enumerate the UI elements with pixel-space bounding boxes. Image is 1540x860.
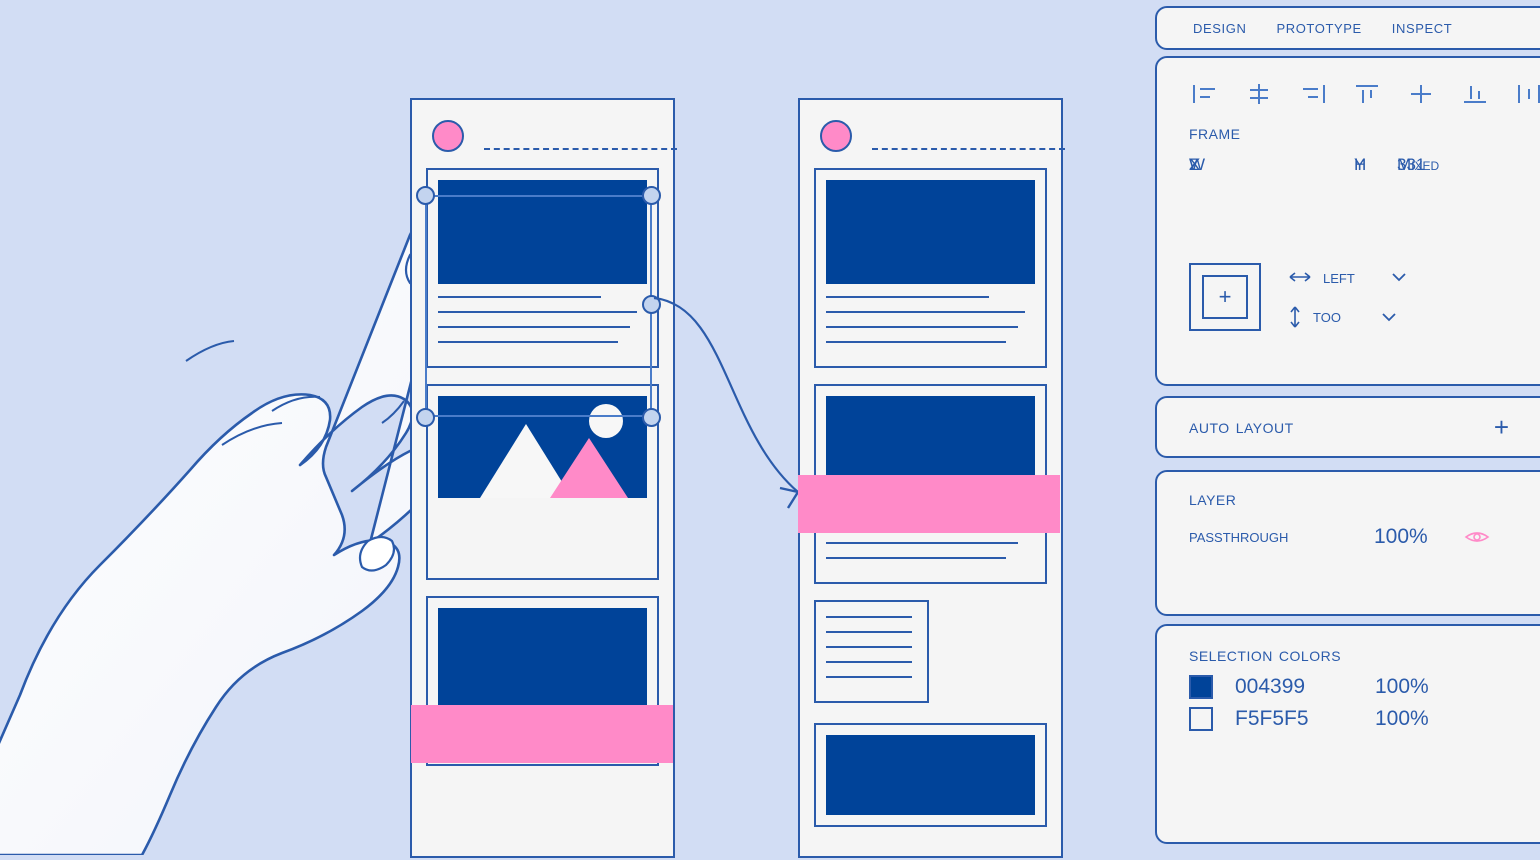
constraints-section: + Left Too (1189, 263, 1540, 331)
color-swatch[interactable] (1189, 675, 1213, 699)
auto-layout-title: Auto layout (1189, 415, 1294, 438)
image-placeholder (826, 180, 1035, 284)
color-hex: F5F5F5 (1235, 707, 1309, 730)
image-placeholder (826, 735, 1035, 815)
image-placeholder (438, 180, 647, 284)
layer-panel: Layer Passthrough 100% (1155, 470, 1540, 616)
image-placeholder (438, 608, 647, 712)
resize-handle-top-left[interactable] (416, 186, 435, 205)
mountain-scene-icon (438, 396, 647, 498)
list-item[interactable]: F5F5F5 100% (1157, 699, 1540, 731)
horizontal-arrows-icon (1289, 272, 1311, 282)
chevron-down-icon (1392, 273, 1406, 282)
plus-icon: + (1218, 284, 1232, 309)
distribute-horizontal-icon[interactable] (1515, 82, 1540, 106)
avatar (432, 120, 464, 152)
color-swatch[interactable] (1189, 707, 1213, 731)
field-label-h: H (1354, 155, 1367, 174)
inspector-tabs-panel: Design Prototype Inspect (1155, 6, 1540, 50)
constraint-vertical[interactable]: Too (1289, 306, 1407, 328)
tab-inspect[interactable]: Inspect (1392, 17, 1453, 39)
design-panel: Frame X Y Mixed W H 331 Z + (1155, 56, 1540, 386)
artboard-topbar (800, 100, 1065, 168)
resize-handle-top-right[interactable] (642, 186, 661, 205)
align-right-icon[interactable] (1299, 82, 1327, 106)
field-value-h[interactable]: 331 (1397, 155, 1425, 175)
frame-section-title: Frame (1189, 122, 1241, 144)
mountain-peak-pink (550, 438, 628, 498)
constraints-widget[interactable]: + (1189, 263, 1261, 331)
align-vertical-center-icon[interactable] (1407, 82, 1435, 106)
dashed-nav-line (872, 148, 1065, 150)
layer-opacity-input[interactable]: 100% (1374, 525, 1464, 549)
color-hex: 004399 (1235, 675, 1306, 698)
eye-icon[interactable] (1464, 529, 1490, 545)
list-item[interactable] (814, 723, 1047, 827)
align-top-icon[interactable] (1353, 82, 1381, 106)
pointing-hand-illustration (0, 215, 460, 857)
resize-handle-bottom-left[interactable] (416, 408, 435, 427)
constraint-horizontal[interactable]: Left (1289, 267, 1407, 288)
artboard-topbar (412, 100, 677, 168)
chevron-down-icon (1382, 312, 1396, 321)
avatar (820, 120, 852, 152)
field-label-z: Z (1189, 155, 1200, 174)
selection-colors-title: Selection colors (1189, 644, 1342, 666)
blend-mode-select[interactable]: Passthrough (1189, 526, 1374, 548)
color-opacity: 100% (1375, 675, 1429, 698)
text-lines (438, 296, 647, 343)
list-item[interactable] (814, 168, 1047, 368)
selection-colors-panel: Selection colors 004399 100% F5F5F5 100% (1155, 624, 1540, 844)
sun-icon (589, 404, 623, 438)
vertical-arrows-icon (1290, 306, 1300, 327)
constraint-vertical-value: Too (1313, 306, 1341, 326)
auto-layout-panel: Auto layout + (1155, 396, 1540, 458)
pink-overlay-bar (411, 705, 673, 763)
add-auto-layout-button[interactable]: + (1494, 414, 1509, 440)
color-opacity: 100% (1375, 707, 1429, 730)
canvas: Design Prototype Inspect (0, 0, 1540, 858)
align-left-icon[interactable] (1191, 82, 1219, 106)
list-item[interactable] (426, 168, 659, 368)
pink-overlay-bar (798, 475, 1060, 533)
dashed-nav-line (484, 148, 677, 150)
tab-prototype[interactable]: Prototype (1276, 17, 1361, 39)
text-lines (826, 296, 1035, 343)
frame-fields: X Y Mixed W H 331 Z (1189, 155, 1540, 245)
list-item[interactable] (814, 600, 929, 703)
alignment-toolbar (1157, 58, 1540, 116)
align-horizontal-center-icon[interactable] (1245, 82, 1273, 106)
align-bottom-icon[interactable] (1461, 82, 1489, 106)
constraint-horizontal-value: Left (1323, 266, 1355, 287)
tab-design[interactable]: Design (1193, 17, 1246, 39)
text-lines (826, 616, 917, 678)
layer-title: Layer (1189, 488, 1237, 510)
list-item[interactable] (426, 384, 659, 580)
list-item[interactable]: 004399 100% (1157, 667, 1540, 699)
